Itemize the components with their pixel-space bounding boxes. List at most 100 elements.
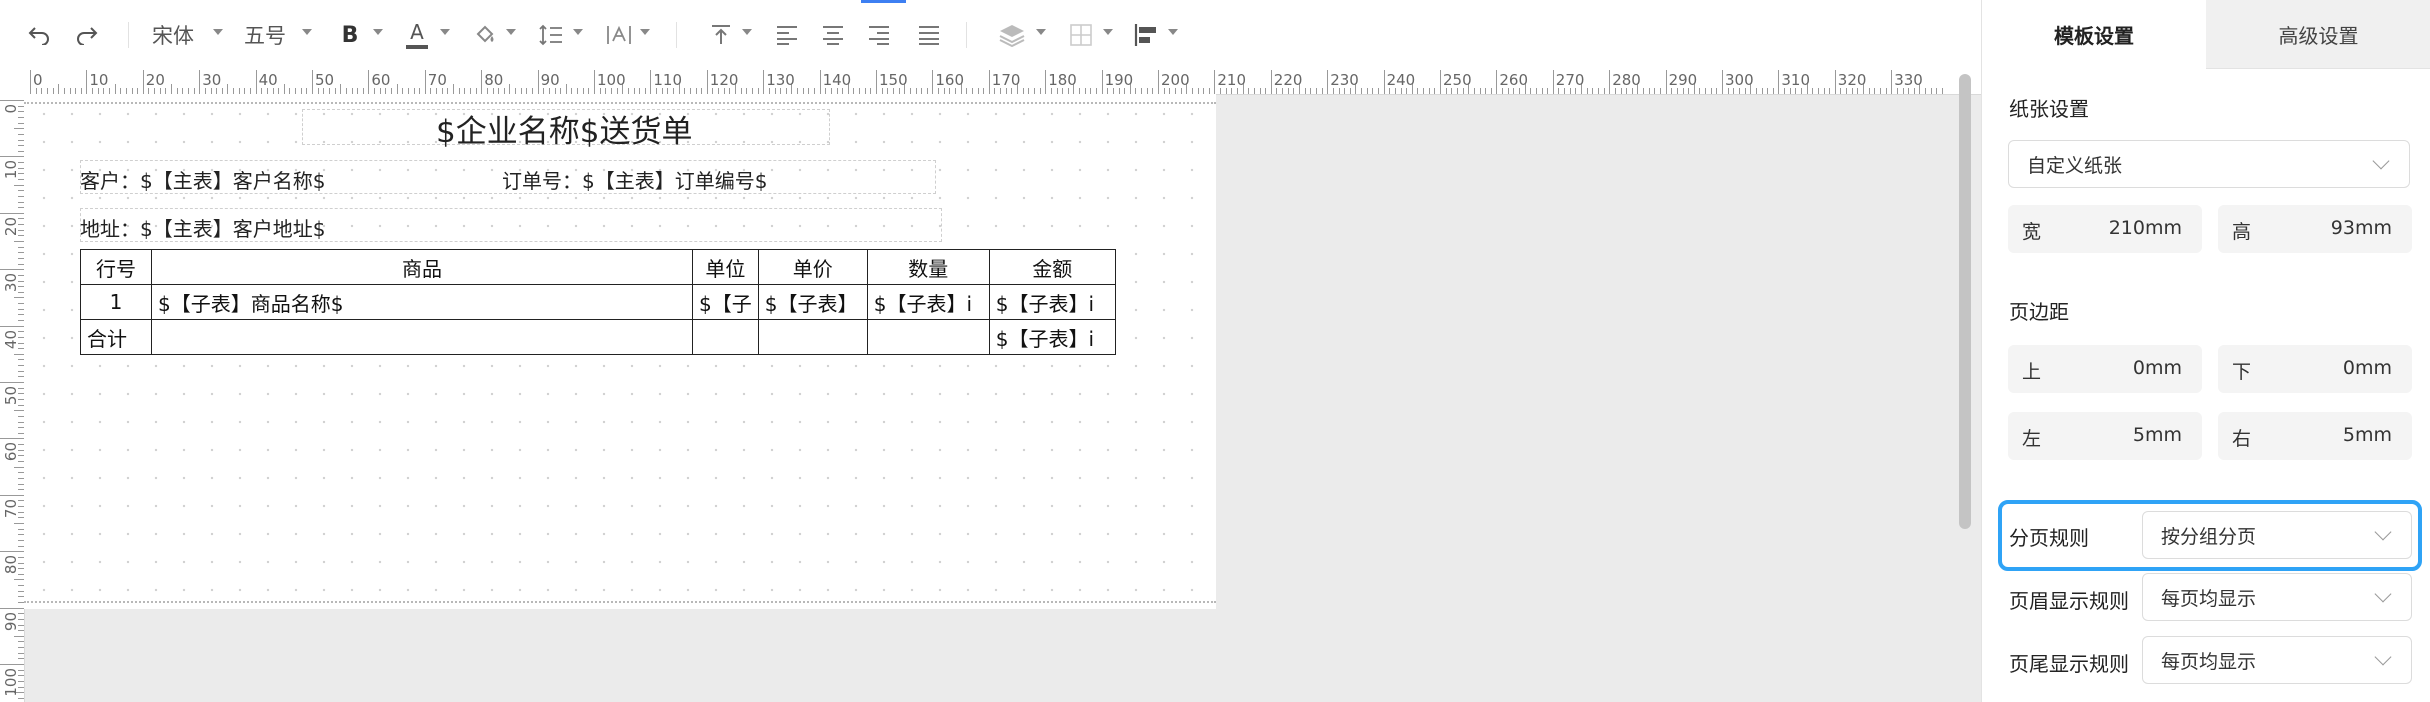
redo-icon[interactable] xyxy=(70,18,104,52)
horizontal-ruler[interactable]: 0 10 20 30 40 50 60 70 80 90 100 110 120 130 140 150 160… xyxy=(24,70,1981,95)
table-header-cell[interactable]: 金额 xyxy=(988,249,1116,285)
ruler-tick xyxy=(1315,88,1317,94)
table-cell[interactable]: $【子表】商品名称$ xyxy=(151,284,693,320)
chevron-down-icon[interactable] xyxy=(1168,29,1178,35)
goods-table[interactable]: 行号 商品 单位 单价 数量 金额 1 $【子表】商品名称$ $【子 $【子表】… xyxy=(80,249,1116,355)
ruler-tick xyxy=(0,438,24,440)
ruler-tick xyxy=(1248,88,1250,94)
pagination-rule-select[interactable]: 按分组分页 xyxy=(2142,511,2412,559)
line-height-icon[interactable] xyxy=(536,18,566,52)
chevron-down-icon[interactable] xyxy=(1103,29,1113,35)
ruler-label: 20 xyxy=(2,216,20,236)
table-cell[interactable] xyxy=(151,319,693,355)
ruler-tick xyxy=(1665,70,1667,94)
ruler-tick xyxy=(1879,88,1881,94)
border-icon[interactable] xyxy=(1066,18,1096,52)
bold-glyph: B xyxy=(341,22,359,48)
table-cell[interactable]: $【子 xyxy=(692,284,759,320)
ruler-label: 310 xyxy=(1781,71,1811,89)
chevron-down-icon[interactable] xyxy=(213,29,223,35)
chevron-down-icon[interactable] xyxy=(742,29,752,35)
ruler-tick xyxy=(14,353,24,355)
paper-type-value: 自定义纸张 xyxy=(2027,154,2123,177)
tab-template-settings[interactable]: 模板设置 xyxy=(1982,0,2206,68)
font-color-icon[interactable]: A xyxy=(404,18,430,52)
table-header-cell[interactable]: 单价 xyxy=(757,249,868,285)
table-cell[interactable]: 合计 xyxy=(80,319,152,355)
vertical-ruler[interactable]: 0 10 20 30 40 50 60 70 80 90 100 xyxy=(0,94,25,702)
table-header-cell[interactable]: 数量 xyxy=(866,249,990,285)
height-label: 高 xyxy=(2232,221,2252,243)
ruler-tick xyxy=(14,635,24,637)
footer-rule-select[interactable]: 每页均显示 xyxy=(2142,636,2412,684)
table-cell[interactable]: 1 xyxy=(80,284,152,320)
margin-top-field[interactable]: 上 0mm xyxy=(2008,345,2202,393)
header-rule-select[interactable]: 每页均显示 xyxy=(2142,573,2412,621)
margin-left-field[interactable]: 左 5mm xyxy=(2008,412,2202,460)
table-cell[interactable] xyxy=(866,319,990,355)
align-left-icon[interactable] xyxy=(772,18,802,52)
table-header-cell[interactable]: 单位 xyxy=(692,249,759,285)
ruler-label: 200 xyxy=(1161,71,1190,89)
table-cell[interactable] xyxy=(692,319,759,355)
font-family-select[interactable]: 宋体 xyxy=(152,18,200,52)
ruler-tick xyxy=(1383,70,1385,94)
ruler-tick xyxy=(14,410,24,412)
ruler-tick xyxy=(1372,88,1374,94)
vertical-scrollbar[interactable] xyxy=(1958,72,1972,702)
layers-icon[interactable] xyxy=(996,18,1028,52)
ruler-tick xyxy=(14,241,24,242)
margin-bottom-field[interactable]: 下 0mm xyxy=(2218,345,2412,393)
fill-color-icon[interactable] xyxy=(472,18,498,52)
chevron-down-icon[interactable] xyxy=(1036,29,1046,35)
chevron-down-icon[interactable] xyxy=(506,29,516,35)
margin-bottom-value: 0mm xyxy=(2342,357,2392,379)
distribute-icon[interactable] xyxy=(1132,18,1162,52)
table-cell[interactable]: $【子表】i xyxy=(988,284,1116,320)
active-indicator xyxy=(861,0,906,3)
table-header-cell[interactable]: 行号 xyxy=(80,249,152,285)
chevron-down-icon[interactable] xyxy=(440,29,450,35)
scrollbar-thumb[interactable] xyxy=(1959,74,1971,529)
ruler-label: 20 xyxy=(145,71,165,89)
customer-field[interactable]: 客户：$【主表】客户名称$ xyxy=(80,165,325,194)
table-cell[interactable] xyxy=(757,319,868,355)
ruler-tick xyxy=(1767,88,1769,94)
chevron-down-icon[interactable] xyxy=(302,29,312,35)
ruler-label: 210 xyxy=(1217,71,1247,89)
chevron-down-icon[interactable] xyxy=(573,29,583,35)
ruler-tick xyxy=(1423,88,1425,94)
margin-right-field[interactable]: 右 5mm xyxy=(2218,412,2412,460)
align-right-icon[interactable] xyxy=(864,18,894,52)
font-size-select[interactable]: 五号 xyxy=(244,18,292,52)
footer-rule-value: 每页均显示 xyxy=(2161,650,2257,673)
letter-spacing-icon[interactable] xyxy=(604,18,634,52)
separator xyxy=(676,22,677,48)
align-center-icon[interactable] xyxy=(818,18,848,52)
order-number-field[interactable]: 订单号：$【主表】订单编号$ xyxy=(502,165,767,194)
paper-type-select[interactable]: 自定义纸张 xyxy=(2008,140,2410,188)
ruler-tick xyxy=(0,269,24,271)
table-cell[interactable]: $【子表】i xyxy=(866,284,990,320)
document-title: $企业名称$送货单 xyxy=(436,114,693,150)
address-field[interactable]: 地址：$【主表】客户地址$ xyxy=(80,213,325,242)
ruler-tick xyxy=(1925,88,1926,94)
table-cell[interactable]: $【子表】i xyxy=(988,319,1116,355)
ruler-label: 50 xyxy=(2,386,20,406)
undo-icon[interactable] xyxy=(22,18,56,52)
tab-advanced-settings[interactable]: 高级设置 xyxy=(2206,0,2430,69)
ruler-label: 280 xyxy=(1612,71,1641,89)
paper-width-field[interactable]: 宽 210mm xyxy=(2008,205,2202,253)
table-header-cell[interactable]: 商品 xyxy=(151,249,693,285)
chevron-down-icon[interactable] xyxy=(373,29,383,35)
ruler-label: 10 xyxy=(2,160,20,180)
paper-height-field[interactable]: 高 93mm xyxy=(2218,205,2412,253)
bold-icon[interactable]: B xyxy=(338,18,362,52)
table-cell[interactable]: $【子表】 xyxy=(757,284,868,320)
align-justify-icon[interactable] xyxy=(914,18,944,52)
ruler-tick xyxy=(988,70,990,94)
align-top-icon[interactable] xyxy=(706,18,736,52)
chevron-down-icon[interactable] xyxy=(640,29,650,35)
paper-canvas[interactable]: $企业名称$送货单 客户：$【主表】客户名称$ 订单号：$【主表】订单编号$ 地… xyxy=(24,94,1216,609)
pagination-rule-label: 分页规则 xyxy=(2009,526,2089,550)
